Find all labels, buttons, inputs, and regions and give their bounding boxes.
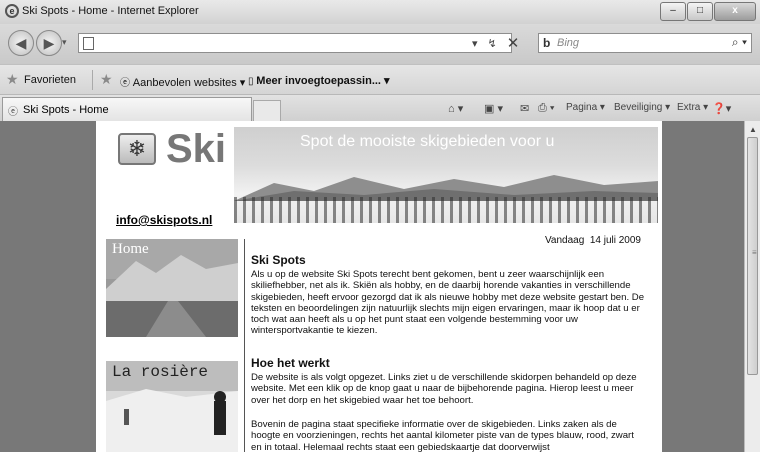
site-header: ❄ Ski info@skispots.nl Spot de mooiste s… <box>96 121 662 230</box>
title-bar: e Ski Spots - Home - Internet Explorer –… <box>0 0 760 24</box>
nav-home-label: Home <box>112 241 149 257</box>
favorites-bar: ★ Favorieten ★ ⓔ Aanbevolen websites ▾ ▯… <box>0 64 760 95</box>
address-toolbar: ◀ ▶ ▾ ▾ ↯ ✕ b Bing ⌕ ▾ <box>0 24 760 64</box>
nav-la-rosiere-label: La rosière <box>112 363 209 381</box>
page-menu[interactable]: Pagina ▾ <box>566 102 605 113</box>
stop-icon[interactable]: ✕ <box>507 34 520 52</box>
search-input[interactable]: b Bing ⌕ ▾ <box>538 33 752 53</box>
site-logo[interactable]: Ski <box>166 127 226 172</box>
header-banner: Spot de mooiste skigebieden voor u <box>234 127 658 223</box>
refresh-icon[interactable]: ↯ <box>488 37 497 50</box>
grip-icon: ≡ <box>752 248 757 257</box>
section-text: Bovenin de pagina staat specifieke infor… <box>251 419 634 452</box>
history-dropdown-icon[interactable]: ▾ <box>62 37 67 48</box>
nav-la-rosiere-button[interactable]: La rosière <box>106 361 238 452</box>
main-content: Vandaag 14 juli 2009 Ski Spots Als u op … <box>251 233 651 452</box>
email-link[interactable]: info@skispots.nl <box>116 213 212 227</box>
tab-bar: ⓔ Ski Spots - Home ⌂ ▾ ▣ ▾ ✉ ⎙ ▾ Pagina … <box>0 94 760 122</box>
date-value: 14 juli 2009 <box>589 235 641 246</box>
section-heading: Hoe het werkt <box>251 356 330 370</box>
suggested-sites-button[interactable]: ⓔ Aanbevolen websites ▾ <box>120 74 245 89</box>
forward-button[interactable]: ▶ <box>36 30 62 56</box>
section-text: De website is als volgt opgezet. Links z… <box>251 372 637 406</box>
mail-icon[interactable]: ✉ <box>520 102 529 115</box>
add-favorite-icon[interactable]: ★ <box>100 71 113 88</box>
new-tab-button[interactable] <box>253 100 281 121</box>
content-divider <box>244 239 245 452</box>
tab-ski-spots[interactable]: ⓔ Ski Spots - Home <box>2 97 252 121</box>
site-nav: Home La rosière <box>106 239 238 452</box>
favorites-button[interactable]: Favorieten <box>24 74 76 86</box>
banner-trees <box>234 197 658 223</box>
vertical-scrollbar[interactable]: ▲ ≡ <box>744 121 760 452</box>
ie-tab-icon: ⓔ <box>8 107 18 118</box>
back-button[interactable]: ◀ <box>8 30 34 56</box>
page-icon <box>83 37 94 50</box>
feeds-icon[interactable]: ▣ ▾ <box>484 102 503 115</box>
nav-home-button[interactable]: Home <box>106 239 238 337</box>
page-viewport: ❄ Ski info@skispots.nl Spot de mooiste s… <box>0 121 744 452</box>
scroll-up-icon[interactable]: ▲ <box>749 125 757 134</box>
address-input[interactable] <box>78 33 512 53</box>
addons-button[interactable]: ▯ Meer invoegtoepassin... ▾ <box>248 74 390 87</box>
close-window-button[interactable]: x <box>714 2 756 21</box>
security-menu[interactable]: Beveiliging ▾ <box>614 102 670 113</box>
scroll-thumb[interactable]: ≡ <box>747 137 758 375</box>
date-label: Vandaag <box>544 235 585 246</box>
ie-logo-icon: e <box>5 4 19 18</box>
search-placeholder: Bing <box>557 37 580 49</box>
bing-icon: b <box>543 36 551 50</box>
print-icon[interactable]: ⎙ ▾ <box>538 102 554 115</box>
tab-title: Ski Spots - Home <box>23 104 109 116</box>
address-dropdown-icon[interactable]: ▾ <box>472 37 478 50</box>
site-page: ❄ Ski info@skispots.nl Spot de mooiste s… <box>96 121 662 452</box>
banner-tagline: Spot de mooiste skigebieden voor u <box>300 133 555 150</box>
date-display: Vandaag 14 juli 2009 <box>545 235 641 246</box>
search-icon[interactable]: ⌕ ▾ <box>732 35 747 50</box>
minimize-button[interactable]: – <box>660 2 686 21</box>
favorites-star-icon[interactable]: ★ <box>6 71 19 88</box>
section-heading: Ski Spots <box>251 253 306 267</box>
home-icon[interactable]: ⌂ ▾ <box>448 102 463 115</box>
extra-menu[interactable]: Extra ▾ <box>677 102 708 113</box>
maximize-button[interactable]: □ <box>687 2 713 21</box>
ie-icon: ⓔ <box>120 78 133 89</box>
window-title: Ski Spots - Home - Internet Explorer <box>22 5 199 17</box>
snowflake-icon: ❄ <box>118 133 156 165</box>
section-text: Als u op de website Ski Spots terecht be… <box>251 269 645 337</box>
help-icon[interactable]: ❓▾ <box>712 102 731 115</box>
